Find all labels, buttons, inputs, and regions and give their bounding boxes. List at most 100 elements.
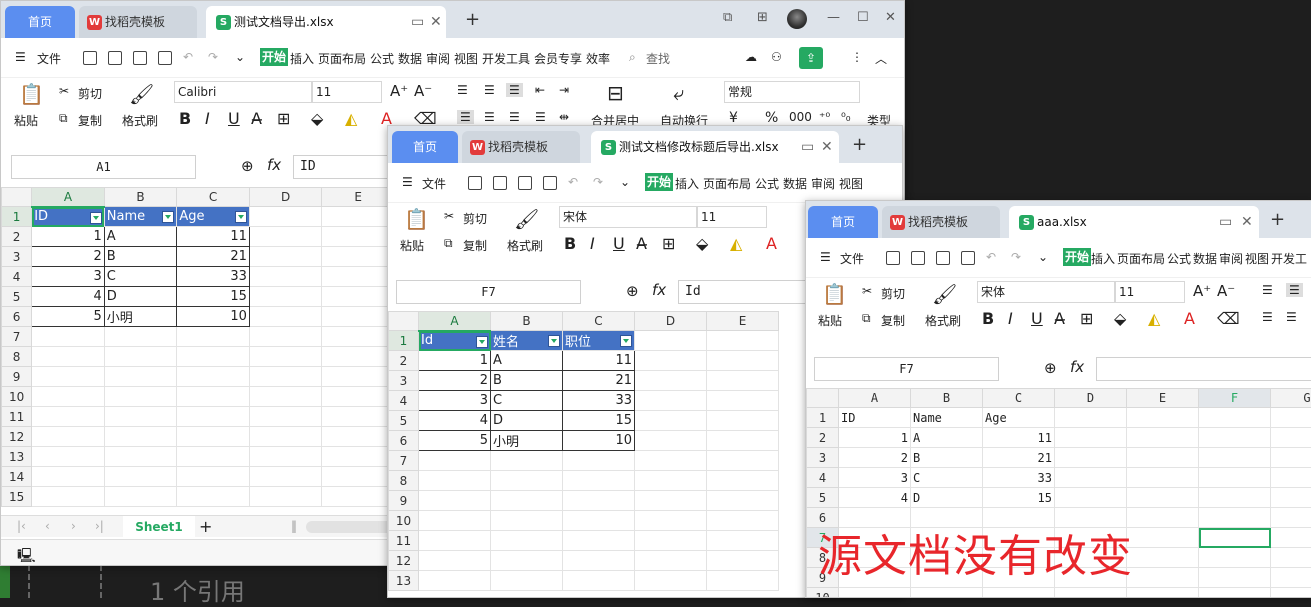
paste-icon[interactable]: 📋: [404, 207, 429, 231]
print-icon[interactable]: [133, 51, 147, 65]
cell[interactable]: [707, 351, 779, 371]
cell[interactable]: [322, 207, 395, 227]
align-bottom-icon[interactable]: ☰: [506, 83, 523, 97]
add-sheet-icon[interactable]: +: [199, 517, 212, 536]
cell[interactable]: 21: [563, 371, 635, 391]
cell[interactable]: [635, 351, 707, 371]
align-right-icon[interactable]: ☰: [509, 110, 520, 124]
tab-document[interactable]: S 测试文档导出.xlsx ▭ ✕: [206, 6, 446, 38]
cell[interactable]: [635, 431, 707, 451]
save-icon[interactable]: [886, 251, 900, 265]
decrease-font-icon[interactable]: A⁻: [1217, 282, 1235, 300]
fill-color-icon[interactable]: ◭: [1148, 309, 1160, 328]
underline-icon[interactable]: U: [228, 109, 240, 128]
cell[interactable]: 4: [419, 411, 491, 431]
status-icon[interactable]: 🖳: [17, 545, 36, 566]
row-header[interactable]: 12: [2, 427, 32, 447]
cell[interactable]: [104, 347, 177, 367]
cell[interactable]: [491, 491, 563, 511]
align-top-icon[interactable]: ☰: [457, 83, 468, 97]
cell[interactable]: [1199, 448, 1271, 468]
hamburger-icon[interactable]: ☰: [15, 50, 26, 64]
format-painter-icon[interactable]: 🖌: [514, 207, 539, 231]
cell[interactable]: 3: [839, 468, 911, 488]
menu-insert[interactable]: 插入: [1091, 250, 1115, 267]
align-center-icon[interactable]: ☰: [1286, 310, 1297, 324]
cell[interactable]: [419, 471, 491, 491]
cell[interactable]: [32, 487, 105, 507]
cell[interactable]: [1271, 508, 1311, 528]
redo-icon[interactable]: ↷: [1011, 250, 1021, 264]
row-header[interactable]: 9: [389, 491, 419, 511]
col-header-c[interactable]: C: [983, 389, 1055, 408]
cell[interactable]: 11: [177, 227, 250, 247]
maximize-icon[interactable]: ☐: [857, 10, 869, 25]
hamburger-icon[interactable]: ☰: [820, 250, 831, 264]
format-painter-button[interactable]: 格式刷: [925, 312, 961, 329]
apps-grid-icon[interactable]: ⊞: [757, 10, 768, 25]
cell[interactable]: [1127, 488, 1199, 508]
cell[interactable]: 小明: [104, 307, 177, 327]
row-header[interactable]: 7: [389, 451, 419, 471]
hamburger-icon[interactable]: ☰: [402, 175, 413, 189]
cell[interactable]: [32, 347, 105, 367]
filter-dropdown-icon[interactable]: [476, 336, 488, 348]
cell[interactable]: [635, 511, 707, 531]
col-header-c[interactable]: C: [177, 188, 250, 207]
row-header[interactable]: 12: [389, 551, 419, 571]
italic-icon[interactable]: I: [205, 109, 210, 128]
align-left-icon[interactable]: ☰: [1262, 310, 1273, 324]
formula-input[interactable]: [1096, 357, 1311, 381]
cell[interactable]: [419, 571, 491, 591]
col-header-f[interactable]: F: [1199, 389, 1271, 408]
paste-icon[interactable]: 📋: [19, 82, 44, 106]
tab-home[interactable]: 首页: [5, 6, 75, 38]
currency-icon[interactable]: ¥: [729, 110, 738, 126]
menu-page-layout[interactable]: 页面布局: [318, 50, 366, 67]
save-icon[interactable]: [83, 51, 97, 65]
cell[interactable]: [1199, 588, 1271, 599]
cell[interactable]: [1271, 588, 1311, 599]
cell[interactable]: [104, 327, 177, 347]
cell[interactable]: [322, 407, 395, 427]
cell[interactable]: [491, 571, 563, 591]
cell[interactable]: [1199, 468, 1271, 488]
cell[interactable]: 1: [32, 227, 105, 247]
paste-button[interactable]: 粘贴: [400, 237, 424, 254]
cell[interactable]: [1055, 588, 1127, 599]
percent-icon[interactable]: %: [765, 110, 778, 126]
cell[interactable]: [635, 371, 707, 391]
cell[interactable]: [1271, 488, 1311, 508]
eraser-icon[interactable]: ⌫: [1217, 309, 1240, 328]
format-painter-button[interactable]: 格式刷: [507, 237, 543, 254]
new-tab-icon[interactable]: +: [1270, 211, 1285, 229]
cloud-sync-icon[interactable]: ☁: [745, 50, 757, 64]
cell[interactable]: [1271, 408, 1311, 428]
cell[interactable]: ID: [839, 408, 911, 428]
format-painter-icon[interactable]: 🖌: [129, 82, 154, 106]
name-box[interactable]: F7: [814, 357, 999, 381]
prev-sheet-icon[interactable]: ‹: [45, 519, 50, 533]
cell[interactable]: A: [491, 351, 563, 371]
menu-file[interactable]: 文件: [840, 250, 864, 267]
cell[interactable]: [322, 347, 395, 367]
cell[interactable]: [635, 491, 707, 511]
undo-icon[interactable]: ↶: [568, 175, 578, 189]
cell[interactable]: [322, 327, 395, 347]
tab-template[interactable]: W 找稻壳模板: [882, 206, 1000, 238]
cell[interactable]: [419, 491, 491, 511]
redo-icon[interactable]: ↷: [208, 50, 218, 64]
cell[interactable]: [707, 451, 779, 471]
cell[interactable]: [249, 367, 322, 387]
copy-button[interactable]: 复制: [463, 237, 487, 254]
row-header[interactable]: 5: [2, 287, 32, 307]
scroll-divider[interactable]: ‖: [291, 519, 297, 533]
number-format-select[interactable]: 常规: [724, 81, 860, 103]
chevron-down-icon[interactable]: ⌄: [620, 175, 630, 189]
cell[interactable]: 10: [563, 431, 635, 451]
fill-color-icon[interactable]: ◭: [345, 109, 357, 128]
cut-icon[interactable]: ✂: [862, 284, 872, 298]
last-sheet-icon[interactable]: ›|: [95, 519, 104, 533]
cell[interactable]: 5: [419, 431, 491, 451]
col-header-d[interactable]: D: [1055, 389, 1127, 408]
